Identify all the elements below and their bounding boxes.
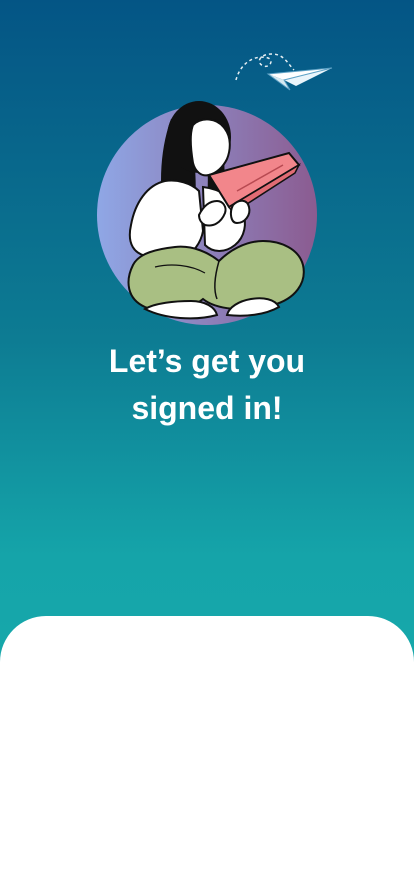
sign-in-headline-line-1: Let’s get you (108, 343, 306, 379)
sign-in-card (0, 616, 414, 896)
sign-in-hero: Let’s get you signed in! (0, 0, 414, 630)
woman-reading-illustration (97, 101, 317, 325)
paper-plane-icon (235, 53, 333, 91)
sign-in-headline: Let’s get you signed in! (57, 338, 357, 432)
sign-in-headline-line-2: signed in! (131, 390, 283, 426)
